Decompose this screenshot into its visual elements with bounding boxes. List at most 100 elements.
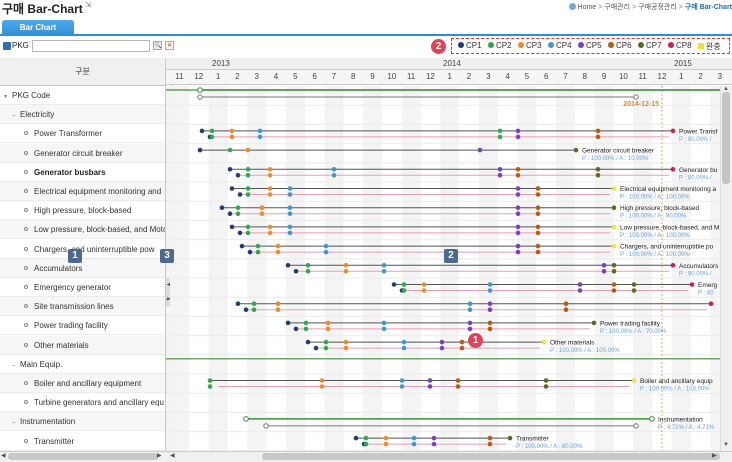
milestone-dot [535,243,541,249]
milestone-actual-dot [515,211,521,216]
expand-icon[interactable]: – [12,107,20,123]
milestone-actual-dot [235,211,241,216]
milestone-dot [257,128,263,134]
month-label: 10 [387,72,397,81]
tree-row-label: Site transmission lines [34,302,114,312]
tree-row[interactable]: – Electricity [0,105,165,125]
milestone-dot [287,224,293,230]
gantt-scroll-left-icon[interactable]: ◀ [170,452,175,459]
external-link-icon[interactable]: ⇲ [85,0,92,9]
milestone-actual-dot [245,173,251,178]
tree-row[interactable]: Power trading facility [0,316,165,336]
milestone-dot [401,282,407,287]
milestone-dot [631,378,637,383]
milestone-dot [515,224,521,230]
legend-marker [488,42,494,48]
clear-button[interactable]: ✕ [165,41,174,50]
breadcrumb-process[interactable]: 구매공정관리 [638,4,677,11]
milestone-dot [455,378,461,383]
milestone-dot [275,301,281,306]
tree-row[interactable]: Turbine generators and ancillary equ [0,393,165,413]
scroll-down-icon[interactable]: ▼ [723,442,729,448]
expand-icon[interactable]: ▾ [4,88,12,104]
breadcrumb-purchase[interactable]: 구매관리 [604,4,630,11]
bar-label: Other materials [550,340,595,347]
expand-icon[interactable]: – [12,414,20,430]
milestone-actual-dot [601,269,607,274]
month-label: 6 [543,72,549,81]
legend-label: CP4 [556,41,572,50]
tree-row[interactable]: Chargers, and uninterruptible pow [0,240,165,259]
tree-row[interactable]: – Main Equip. [0,355,165,374]
milestone-actual-dot [595,134,601,140]
milestone-actual-dot [487,326,493,332]
breadcrumb-home[interactable]: Home [578,4,597,11]
milestone-dot [515,186,521,191]
tree-row[interactable]: Boiler and ancillary equipment [0,374,165,393]
legend-label: 완충 [706,42,721,51]
milestone-actual-dot [515,192,521,197]
milestone-actual-dot [401,288,407,293]
milestone-actual-dot [535,211,541,216]
vertical-scroll-thumb[interactable] [722,92,730,184]
pkg-label: PKG [12,41,29,50]
right-scroll-thumb[interactable] [262,453,720,460]
month-label: 9 [601,72,607,81]
bar-progress: P : 100.00% / A : 100.00% [620,233,690,239]
milestone-actual-dot [401,345,407,351]
tree-row-label: Instrumentation [20,417,76,427]
milestone-actual-dot [287,192,293,197]
milestone-dot [343,263,349,268]
scroll-right-icon[interactable]: ▶ [157,452,162,459]
tree-row[interactable]: Generator circuit breaker [0,143,165,163]
tree-row[interactable]: Low pressure, block-based, and Moto [0,220,165,240]
milestone-actual-dot [497,173,503,178]
scroll-up-icon[interactable]: ▲ [723,86,729,92]
month-label: 1 [447,72,452,81]
tree-row[interactable]: Power Transformer [0,124,165,144]
milestone-actual-dot [267,173,273,178]
tree-row[interactable]: Site transmission lines [0,297,165,317]
legend-label: CP5 [586,41,602,50]
tree-row-label: Emergency generator [34,283,111,292]
milestone-actual-dot [235,173,241,178]
tab-bar-chart[interactable]: Bar Chart [2,20,74,36]
legend-marker [548,42,554,48]
tree-row[interactable]: – Instrumentation [0,412,165,432]
milestone-actual-dot [611,288,617,293]
milestone-dot [255,243,261,249]
expand-icon[interactable]: – [12,357,20,373]
column-stripe [285,86,306,451]
search-button[interactable]: 🔍 [153,41,162,50]
scroll-left-icon[interactable]: ◀ [1,452,6,459]
milestone-dot [601,263,607,268]
column-stripe [343,86,363,451]
gantt-scroll-right-icon[interactable]: ▶ [712,452,717,459]
milestone-actual-dot [467,307,473,312]
tree-row[interactable]: Other materials [0,335,165,355]
bar-progress: P : 80 [698,291,714,297]
column-stripe [613,86,634,451]
pkg-search-input[interactable] [32,40,150,52]
tree-row[interactable]: Electrical equipment monitoring and [0,182,165,201]
gantt-chart: 2014-12-15Power TransfP : 80.00% /Genera… [166,86,720,451]
milestone-dot [227,147,233,153]
tree-row[interactable]: Emergency generator [0,278,165,297]
milestone-actual-dot [535,249,541,255]
milestone-dot [611,186,617,191]
milestone-dot [573,147,579,153]
month-label: 11 [406,72,416,81]
tree-row[interactable]: High pressure, block-based [0,201,165,221]
left-scroll-thumb[interactable] [8,453,158,460]
milestone-dot [477,147,483,153]
tree-row[interactable]: Transmitter [0,432,165,451]
tree-row[interactable]: Accumulators [0,258,165,278]
tree-row[interactable]: Generator busbars [0,163,165,182]
tree-row[interactable]: ▾ PKG Code [0,86,165,105]
column-stripe [170,86,190,451]
tree-row-label: Generator busbars [34,167,106,177]
bar-label: Accumulators [679,263,719,270]
tree-row-label: Chargers, and uninterruptible pow [34,244,155,254]
bullet-icon [24,246,28,251]
milestone-dot [515,167,521,172]
